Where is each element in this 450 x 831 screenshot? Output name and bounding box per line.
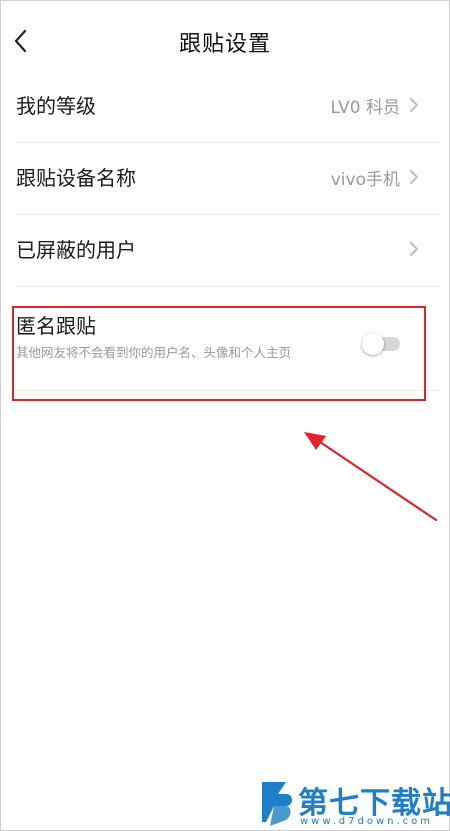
chevron-right-icon — [410, 242, 418, 256]
setting-label-level: 我的等级 — [16, 94, 96, 118]
chevron-right-icon — [410, 98, 418, 112]
setting-label-device-name: 跟贴设备名称 — [16, 166, 136, 190]
setting-row-device-name[interactable]: 跟贴设备名称 vivo手机 — [16, 142, 440, 215]
page-title: 跟贴设置 — [178, 32, 271, 57]
anonymous-toggle[interactable] — [362, 333, 402, 355]
setting-row-anonymous: 匿名跟贴 其他网友将不会看到你的用户名、头像和个人主页 — [16, 298, 440, 391]
setting-description-anonymous: 其他网友将不会看到你的用户名、头像和个人主页 — [16, 345, 292, 360]
watermark-url: www.d7down.com — [300, 816, 434, 827]
setting-label-anonymous: 匿名跟贴 — [16, 314, 96, 338]
watermark: 第七下载站 www.d7down.com — [256, 772, 450, 830]
setting-label-blocked-users: 已屏蔽的用户 — [16, 238, 136, 262]
setting-value-device-name: vivo手机 — [330, 170, 400, 190]
header-bar: 跟贴设置 — [0, 0, 450, 80]
watermark-logo-icon — [262, 782, 292, 826]
setting-row-blocked-users[interactable]: 已屏蔽的用户 — [16, 214, 440, 287]
toggle-knob — [362, 333, 384, 355]
chevron-right-icon — [410, 170, 418, 184]
setting-value-level: LV0 科员 — [330, 98, 400, 118]
setting-row-level[interactable]: 我的等级 LV0 科员 — [16, 70, 440, 143]
annotation-arrow-icon — [304, 432, 438, 522]
